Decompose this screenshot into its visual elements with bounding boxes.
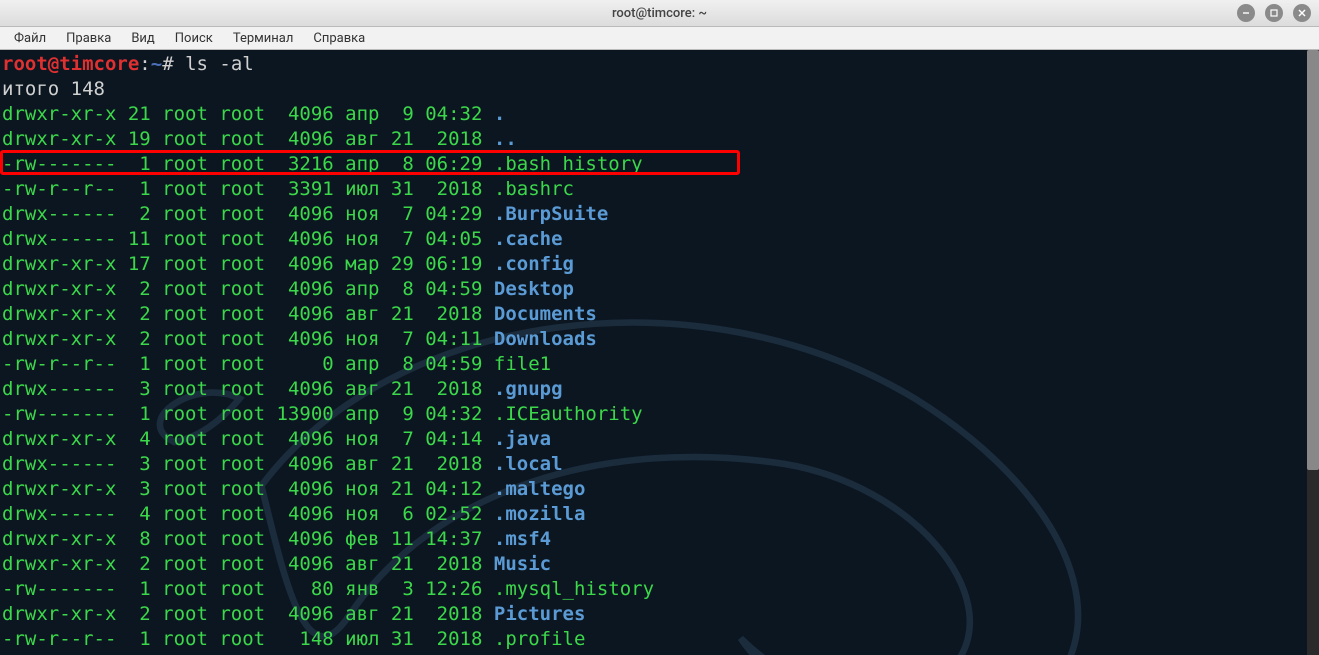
file-name: . [494, 103, 505, 125]
file-name: .cache [494, 228, 563, 250]
file-info: drwx------ 11 root root 4096 ноя 7 04:05 [2, 228, 494, 250]
file-name: .BurpSuite [494, 203, 608, 225]
file-listing: drwxr-xr-x 21 root root 4096 апр 9 04:32… [2, 102, 1305, 652]
terminal-wrapper: root@timcore:~# ls -al итого 148 drwxr-x… [0, 50, 1319, 655]
ls-total: итого 148 [2, 77, 1305, 102]
file-name: file1 [494, 353, 551, 375]
prompt-command: ls -al [185, 53, 254, 75]
menu-edit[interactable]: Правка [58, 29, 119, 48]
prompt-colon: : [139, 53, 150, 75]
list-item: drwxr-xr-x 2 root root 4096 авг 21 2018 … [2, 552, 1305, 577]
file-info: drwxr-xr-x 2 root root 4096 авг 21 2018 [2, 553, 494, 575]
file-name: Music [494, 553, 551, 575]
list-item: drwx------ 11 root root 4096 ноя 7 04:05… [2, 227, 1305, 252]
list-item: drwxr-xr-x 17 root root 4096 мар 29 06:1… [2, 252, 1305, 277]
file-name: .mozilla [494, 503, 586, 525]
file-name: .maltego [494, 478, 586, 500]
file-info: drwxr-xr-x 3 root root 4096 ноя 21 04:12 [2, 478, 494, 500]
list-item: -rw-r--r-- 1 root root 148 июл 31 2018 .… [2, 627, 1305, 652]
file-info: -rw------- 1 root root 13900 апр 9 04:32 [2, 403, 494, 425]
list-item: drwxr-xr-x 21 root root 4096 апр 9 04:32… [2, 102, 1305, 127]
list-item: drwx------ 3 root root 4096 авг 21 2018 … [2, 377, 1305, 402]
file-name: .mysql_history [494, 578, 654, 600]
file-info: drwx------ 4 root root 4096 ноя 6 02:52 [2, 503, 494, 525]
file-info: drwxr-xr-x 19 root root 4096 авг 21 2018 [2, 128, 494, 150]
list-item: -rw-r--r-- 1 root root 0 апр 8 04:59 fil… [2, 352, 1305, 377]
menu-search[interactable]: Поиск [167, 29, 221, 48]
file-name: Downloads [494, 328, 597, 350]
list-item: -rw-r--r-- 1 root root 3391 июл 31 2018 … [2, 177, 1305, 202]
window-controls [1237, 4, 1311, 22]
list-item: drwxr-xr-x 2 root root 4096 авг 21 2018 … [2, 602, 1305, 627]
file-name: .java [494, 428, 551, 450]
terminal-area[interactable]: root@timcore:~# ls -al итого 148 drwxr-x… [0, 50, 1307, 655]
list-item: drwx------ 4 root root 4096 ноя 6 02:52 … [2, 502, 1305, 527]
list-item: drwxr-xr-x 2 root root 4096 авг 21 2018 … [2, 302, 1305, 327]
scrollbar-thumb[interactable] [1307, 50, 1319, 470]
file-info: -rw-r--r-- 1 root root 0 апр 8 04:59 [2, 353, 494, 375]
menu-help[interactable]: Справка [305, 29, 373, 48]
scrollbar[interactable] [1307, 50, 1319, 655]
file-info: drwxr-xr-x 2 root root 4096 апр 8 04:59 [2, 278, 494, 300]
menu-terminal[interactable]: Терминал [225, 29, 302, 48]
maximize-button[interactable] [1265, 4, 1283, 22]
file-name: .. [494, 128, 517, 150]
file-name: .ICEauthority [494, 403, 643, 425]
list-item: drwxr-xr-x 4 root root 4096 ноя 7 04:14 … [2, 427, 1305, 452]
window-title: root@timcore: ~ [0, 6, 1319, 21]
list-item: -rw------- 1 root root 3216 апр 8 06:29 … [2, 152, 1305, 177]
file-info: drwxr-xr-x 2 root root 4096 авг 21 2018 [2, 603, 494, 625]
list-item: drwxr-xr-x 8 root root 4096 фев 11 14:37… [2, 527, 1305, 552]
list-item: drwxr-xr-x 3 root root 4096 ноя 21 04:12… [2, 477, 1305, 502]
menu-view[interactable]: Вид [123, 29, 162, 48]
menubar: Файл Правка Вид Поиск Терминал Справка [0, 27, 1319, 50]
list-item: -rw------- 1 root root 80 янв 3 12:26 .m… [2, 577, 1305, 602]
prompt-line: root@timcore:~# ls -al [2, 52, 1305, 77]
file-name: .msf4 [494, 528, 551, 550]
prompt-user: root@timcore [2, 53, 139, 75]
list-item: drwxr-xr-x 2 root root 4096 ноя 7 04:11 … [2, 327, 1305, 352]
file-info: -rw-r--r-- 1 root root 3391 июл 31 2018 [2, 178, 494, 200]
list-item: -rw------- 1 root root 13900 апр 9 04:32… [2, 402, 1305, 427]
list-item: drwxr-xr-x 19 root root 4096 авг 21 2018… [2, 127, 1305, 152]
file-name: .bashrc [494, 178, 574, 200]
prompt-hash: # [162, 53, 173, 75]
file-name: Pictures [494, 603, 586, 625]
terminal-window: root@timcore: ~ Файл Правка Вид Поиск Те… [0, 0, 1319, 655]
file-name: Documents [494, 303, 597, 325]
list-item: drwxr-xr-x 2 root root 4096 апр 8 04:59 … [2, 277, 1305, 302]
list-item: drwx------ 2 root root 4096 ноя 7 04:29 … [2, 202, 1305, 227]
prompt-cwd: ~ [151, 53, 162, 75]
file-info: drwxr-xr-x 4 root root 4096 ноя 7 04:14 [2, 428, 494, 450]
file-info: drwx------ 3 root root 4096 авг 21 2018 [2, 453, 494, 475]
file-name: .gnupg [494, 378, 563, 400]
titlebar: root@timcore: ~ [0, 0, 1319, 27]
file-name: Desktop [494, 278, 574, 300]
file-info: -rw------- 1 root root 3216 апр 8 06:29 [2, 153, 494, 175]
file-info: -rw------- 1 root root 80 янв 3 12:26 [2, 578, 494, 600]
file-info: drwxr-xr-x 2 root root 4096 авг 21 2018 [2, 303, 494, 325]
file-name: .config [494, 253, 574, 275]
file-info: drwxr-xr-x 8 root root 4096 фев 11 14:37 [2, 528, 494, 550]
list-item: drwx------ 3 root root 4096 авг 21 2018 … [2, 452, 1305, 477]
file-name: .local [494, 453, 563, 475]
close-button[interactable] [1293, 4, 1311, 22]
file-info: -rw-r--r-- 1 root root 148 июл 31 2018 [2, 628, 494, 650]
file-info: drwxr-xr-x 17 root root 4096 мар 29 06:1… [2, 253, 494, 275]
file-info: drwxr-xr-x 2 root root 4096 ноя 7 04:11 [2, 328, 494, 350]
file-info: drwx------ 3 root root 4096 авг 21 2018 [2, 378, 494, 400]
file-info: drwx------ 2 root root 4096 ноя 7 04:29 [2, 203, 494, 225]
file-info: drwxr-xr-x 21 root root 4096 апр 9 04:32 [2, 103, 494, 125]
menu-file[interactable]: Файл [6, 29, 54, 48]
file-name: .profile [494, 628, 586, 650]
file-name: .bash_history [494, 153, 643, 175]
minimize-button[interactable] [1237, 4, 1255, 22]
